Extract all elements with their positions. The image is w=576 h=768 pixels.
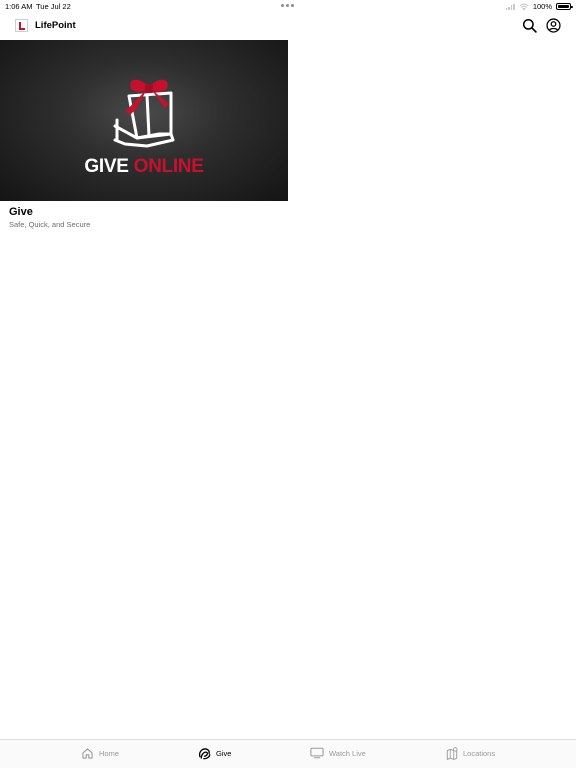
tab-give[interactable]: Give [198,747,231,760]
give-card[interactable]: GIVE ONLINE Give Safe, Quick, and Secure [0,40,288,232]
tab-bar: Home Give Watch Live Locations [0,739,576,768]
gift-hand-icon [113,79,175,148]
card-title: Give [9,206,33,218]
banner-headline: GIVE ONLINE [0,156,288,178]
status-date: Tue Jul 22 [36,2,71,11]
profile-icon[interactable] [546,18,561,33]
tab-watch-live[interactable]: Watch Live [310,747,366,759]
logo-icon [15,19,28,32]
tab-home-label: Home [99,749,120,758]
banner-word-online: ONLINE [133,156,204,177]
battery-percent: 100% [532,2,552,11]
battery-icon [556,3,573,10]
banner-word-give: GIVE [84,156,129,177]
tab-watch-live-label: Watch Live [329,748,366,758]
wifi-icon [519,3,529,10]
nav-bar: LifePoint [0,12,576,39]
status-bar: 1:06 AM Tue Jul 22 100% [0,0,576,12]
tab-locations-label: Locations [463,749,496,758]
tab-home[interactable]: Home [81,747,119,760]
home-icon [82,748,93,759]
map-icon [446,747,458,760]
signal-icon [505,3,515,10]
tab-locations[interactable]: Locations [446,747,495,760]
give-icon [198,748,211,760]
status-time: 1:06 AM [5,2,33,11]
tv-icon [310,747,324,759]
tab-give-label: Give [216,749,232,758]
card-subtitle: Safe, Quick, and Secure [9,220,91,229]
give-online-banner[interactable]: GIVE ONLINE [0,40,288,201]
search-icon[interactable] [522,18,537,33]
app-title: LifePoint [35,20,76,31]
multitasking-dots-icon[interactable] [281,4,294,7]
status-indicators: 100% [505,2,573,11]
